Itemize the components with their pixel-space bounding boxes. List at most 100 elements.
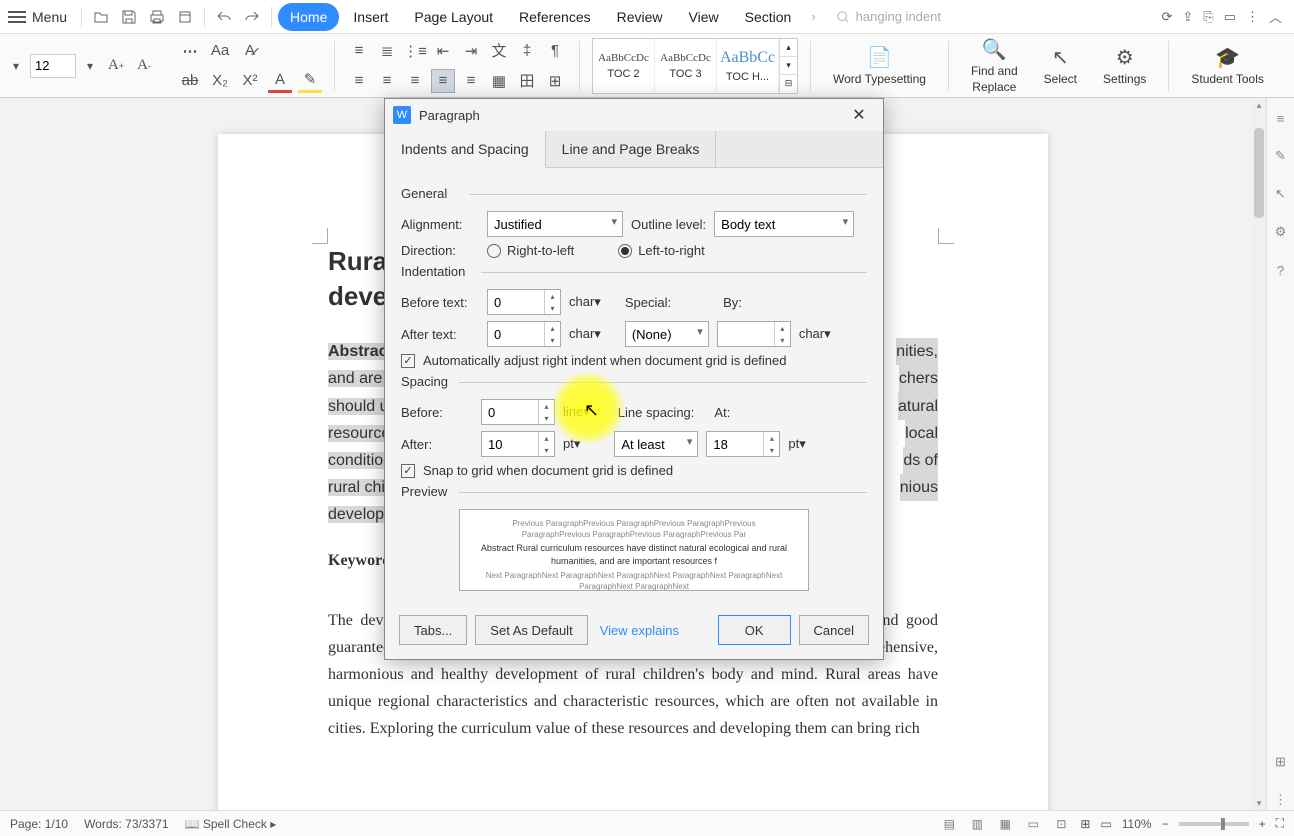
fontsize-input[interactable] xyxy=(30,54,76,78)
rail-settings-icon[interactable]: ⚙ xyxy=(1271,222,1291,242)
grow-font-icon[interactable]: A+ xyxy=(104,54,128,78)
change-case-icon[interactable]: Aa xyxy=(208,39,232,63)
strikethrough-icon[interactable]: ab xyxy=(178,69,202,93)
align-left-icon[interactable]: ≡ xyxy=(347,69,371,93)
numbering-icon[interactable]: ≣ xyxy=(375,39,399,63)
style-toc3[interactable]: AaBbCcDcTOC 3 xyxy=(655,39,717,93)
borders-icon[interactable]: 田 xyxy=(515,69,539,93)
char-unit-2[interactable]: char▾ xyxy=(569,326,601,342)
tab-page-layout[interactable]: Page Layout xyxy=(402,3,505,31)
view-read-icon[interactable]: ▭ xyxy=(1024,815,1042,833)
align-right-icon[interactable]: ≡ xyxy=(403,69,427,93)
decrease-indent-icon[interactable]: ⇤ xyxy=(431,39,455,63)
pt-unit-2[interactable]: pt▾ xyxy=(788,436,805,452)
redo-icon[interactable] xyxy=(239,4,265,30)
set-default-button[interactable]: Set As Default xyxy=(475,615,587,645)
superscript-icon[interactable]: X² xyxy=(238,69,262,93)
zoom-fit-icon[interactable]: ⊞ xyxy=(1080,817,1090,831)
align-justify-icon[interactable]: ≡ xyxy=(431,69,455,93)
print-icon[interactable] xyxy=(144,4,170,30)
char-unit[interactable]: char▾ xyxy=(569,294,601,310)
settings-button[interactable]: ⚙ Settings xyxy=(1093,38,1156,94)
tab-review[interactable]: Review xyxy=(605,3,675,31)
fontsize-dropdown-icon[interactable]: ▾ xyxy=(80,54,100,78)
ltr-radio[interactable]: Left-to-right xyxy=(618,243,704,258)
page-indicator[interactable]: Page: 1/10 xyxy=(10,817,68,831)
multilevel-icon[interactable]: ⋮≡ xyxy=(403,39,427,63)
shading-icon[interactable]: ▦ xyxy=(487,69,511,93)
align-center-icon[interactable]: ≡ xyxy=(375,69,399,93)
line-spacing-icon[interactable]: ‡ xyxy=(515,39,539,63)
search-box[interactable]: hanging indent xyxy=(836,9,941,24)
tab-line-page-breaks[interactable]: Line and Page Breaks xyxy=(546,131,717,167)
zoom-slider-plus[interactable]: + xyxy=(1259,817,1266,831)
close-button[interactable]: ✕ xyxy=(843,103,875,127)
rail-grid-icon[interactable]: ⊞ xyxy=(1271,752,1291,772)
bold-icon[interactable]: ⋯ xyxy=(178,39,202,63)
view-explains-link[interactable]: View explains xyxy=(600,623,679,638)
zoom-level[interactable]: 110% xyxy=(1122,817,1152,831)
special-select[interactable]: (None) xyxy=(625,321,709,347)
spellcheck-toggle[interactable]: 📖 Spell Check ▸ xyxy=(185,817,277,831)
tab-settings-icon[interactable]: ⊞ xyxy=(543,69,567,93)
more-icon[interactable]: ⋮ xyxy=(1246,9,1259,25)
tabs-button[interactable]: Tabs... xyxy=(399,615,467,645)
export-icon[interactable]: ⎘ xyxy=(1203,9,1213,25)
ok-button[interactable]: OK xyxy=(718,615,791,645)
rtl-radio[interactable]: Right-to-left xyxy=(487,243,574,258)
sync-icon[interactable]: ⟳ xyxy=(1161,9,1172,25)
word-count[interactable]: Words: 73/3371 xyxy=(84,817,169,831)
styles-down-icon[interactable]: ▾ xyxy=(780,56,797,74)
by-spinner[interactable]: ▴▾ xyxy=(717,321,791,347)
auto-adjust-check[interactable]: ✓Automatically adjust right indent when … xyxy=(401,353,867,368)
after-spacing-spinner[interactable]: ▴▾ xyxy=(481,431,555,457)
pt-unit[interactable]: pt▾ xyxy=(563,436,580,452)
collapse-ribbon-icon[interactable]: ︿ xyxy=(1269,7,1282,26)
shrink-font-icon[interactable]: A- xyxy=(132,54,156,78)
bullets-icon[interactable]: ≡ xyxy=(347,39,371,63)
alignment-select[interactable]: Justified xyxy=(487,211,623,237)
scroll-thumb[interactable] xyxy=(1254,128,1264,218)
char-unit-3[interactable]: char▾ xyxy=(799,326,831,342)
undo-icon[interactable] xyxy=(211,4,237,30)
tab-overflow-icon[interactable]: › xyxy=(805,9,821,24)
distribute-icon[interactable]: ≡ xyxy=(459,69,483,93)
before-spacing-spinner[interactable]: ▴▾ xyxy=(481,399,555,425)
tab-references[interactable]: References xyxy=(507,3,603,31)
font-dropdown-icon[interactable]: ▾ xyxy=(6,54,26,78)
at-spinner[interactable]: ▴▾ xyxy=(706,431,780,457)
view-web-icon[interactable]: ▦ xyxy=(996,815,1014,833)
show-marks-icon[interactable]: ¶ xyxy=(543,39,567,63)
subscript-icon[interactable]: X₂ xyxy=(208,69,232,93)
scroll-up-icon[interactable]: ▴ xyxy=(1252,98,1266,112)
zoom-out-icon[interactable]: ▭ xyxy=(1100,817,1111,831)
before-text-spinner[interactable]: ▴▾ xyxy=(487,289,561,315)
rail-select-icon[interactable]: ↖ xyxy=(1271,184,1291,204)
find-replace-button[interactable]: 🔍 Find andReplace xyxy=(961,38,1028,94)
highlight-icon[interactable]: ✎ xyxy=(298,69,322,93)
tab-section[interactable]: Section xyxy=(733,3,804,31)
fullscreen-icon[interactable]: ⛶ xyxy=(1276,816,1284,831)
scroll-down-icon[interactable]: ▾ xyxy=(1252,796,1266,810)
select-button[interactable]: ↖ Select xyxy=(1034,38,1087,94)
print-preview-icon[interactable] xyxy=(172,4,198,30)
word-typesetting-button[interactable]: 📄 Word Typesetting xyxy=(823,38,936,94)
font-color-icon[interactable]: A xyxy=(268,69,292,93)
snap-grid-check[interactable]: ✓Snap to grid when document grid is defi… xyxy=(401,463,867,478)
zoom-slider-minus[interactable]: − xyxy=(1162,817,1169,831)
clear-format-icon[interactable]: A̷ xyxy=(238,39,262,63)
view-outline-icon[interactable]: ▥ xyxy=(968,815,986,833)
rail-help-icon[interactable]: ? xyxy=(1271,260,1291,280)
style-toc2[interactable]: AaBbCcDcTOC 2 xyxy=(593,39,655,93)
cancel-button[interactable]: Cancel xyxy=(799,615,869,645)
window-icon[interactable]: ▭ xyxy=(1224,9,1236,25)
tab-insert[interactable]: Insert xyxy=(341,3,400,31)
line-spacing-select[interactable]: At least xyxy=(614,431,698,457)
text-direction-icon[interactable]: 文 xyxy=(487,39,511,63)
zoom-slider[interactable] xyxy=(1179,822,1249,826)
hamburger-icon[interactable] xyxy=(8,11,26,23)
styles-up-icon[interactable]: ▴ xyxy=(780,39,797,56)
save-icon[interactable] xyxy=(116,4,142,30)
rail-more-icon[interactable]: ⋮ xyxy=(1271,790,1291,810)
tab-home[interactable]: Home xyxy=(278,3,339,31)
